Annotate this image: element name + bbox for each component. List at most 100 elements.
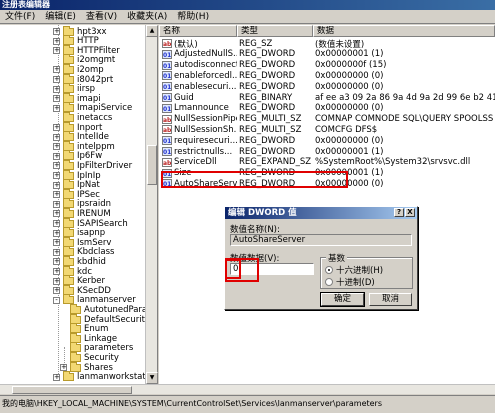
expand-icon[interactable]: + <box>53 373 60 381</box>
scroll-down-icon[interactable]: ▼ <box>146 372 158 384</box>
horizontal-scrollbar[interactable] <box>0 384 495 394</box>
column-data[interactable]: 数据 <box>313 25 495 37</box>
registry-value-row[interactable]: 01 autodisconnect REG_DWORD 0x0000000f (15) <box>159 60 495 71</box>
expand-icon[interactable]: + <box>53 37 60 45</box>
title-bar: 注册表编辑器 <box>0 0 495 10</box>
expand-icon[interactable]: + <box>53 76 60 83</box>
expand-icon[interactable]: + <box>53 181 60 189</box>
registry-value-row[interactable]: ab (默认) REG_SZ (数值未设置) <box>159 38 495 50</box>
registry-value-row[interactable]: 01 Size REG_DWORD 0x00000001 (1) <box>159 168 495 179</box>
binary-value-icon: 01 <box>162 60 172 70</box>
tree-scrollbar[interactable]: ▲ ▼ <box>145 25 158 384</box>
value-name-cell: abNullSessionPipes <box>159 114 237 124</box>
expand-icon[interactable]: + <box>53 220 60 227</box>
column-type[interactable]: 类型 <box>237 25 313 37</box>
expand-icon[interactable]: + <box>53 28 60 35</box>
value-data-cell: 0x00000000 (0) <box>315 178 384 189</box>
expand-icon[interactable]: + <box>53 133 60 141</box>
tree-scroll-thumb[interactable] <box>147 145 157 185</box>
radio-hex-icon[interactable] <box>325 266 333 274</box>
value-data-cell: 0x0000000f (15) <box>315 60 387 71</box>
expand-icon[interactable]: + <box>53 258 60 266</box>
value-name: enablesecuri... <box>174 81 237 92</box>
value-data-cell: af ee a3 09 2a 86 9a 4d 9a 2d 99 6e b2 4… <box>315 92 495 103</box>
expand-icon[interactable]: + <box>53 200 60 208</box>
status-bar: 我的电脑\HKEY_LOCAL_MACHINE\SYSTEM\CurrentCo… <box>0 395 495 413</box>
base-group-title: 基数 <box>326 252 348 264</box>
values-list[interactable]: 名称 类型 数据 ab (默认) REG_SZ (数值未设置) 01 AdjustedNu… <box>159 25 495 384</box>
value-type-cell: REG_DWORD <box>239 168 296 179</box>
registry-value-row[interactable]: 01 enableforcedl... REG_DWORD 0x00000000 (0… <box>159 70 495 81</box>
help-button[interactable]: ? <box>394 208 404 217</box>
value-name: AdjustedNullS... <box>174 49 237 60</box>
radio-dec-icon[interactable] <box>325 278 333 286</box>
cancel-button[interactable]: 取消 <box>369 293 412 306</box>
value-name: restrictnulls... <box>174 146 233 157</box>
scroll-up-icon[interactable]: ▲ <box>146 25 158 37</box>
registry-value-row[interactable]: 01 Guid REG_BINARY af ee a3 09 2a 86 9a 4d … <box>159 92 495 103</box>
menu-help[interactable]: 帮助(H) <box>172 10 214 24</box>
menu-edit[interactable]: 编辑(E) <box>40 10 81 24</box>
expand-icon[interactable]: + <box>53 191 60 199</box>
radio-dec-label: 十进制(D) <box>336 278 375 288</box>
menu-favorites[interactable]: 收藏夹(A) <box>122 10 172 24</box>
value-data-cell: %SystemRoot%\System32\srvsvc.dll <box>315 157 471 168</box>
expand-icon[interactable]: + <box>53 152 60 160</box>
menu-bar: 文件(F) 编辑(E) 查看(V) 收藏夹(A) 帮助(H) <box>0 10 495 24</box>
expand-icon[interactable]: + <box>53 172 60 179</box>
value-type-cell: REG_MULTI_SZ <box>239 124 302 135</box>
registry-value-row[interactable]: ab NullSessionSh... REG_MULTI_SZ COMCFG DFS… <box>159 124 495 135</box>
collapse-icon[interactable]: - <box>53 296 60 304</box>
value-name-cell: 01 enableforcedl... <box>159 71 237 81</box>
expand-icon[interactable]: + <box>53 47 60 55</box>
expand-icon[interactable]: + <box>53 104 60 112</box>
expand-icon[interactable]: + <box>53 124 60 131</box>
expand-icon[interactable]: + <box>60 364 67 371</box>
registry-value-row[interactable]: abNullSessionPipesREG_MULTI_SZ COMNAP COM… <box>159 114 495 125</box>
value-data-input[interactable]: 0 <box>230 263 314 275</box>
expand-icon[interactable]: + <box>53 143 60 151</box>
menu-file[interactable]: 文件(F) <box>0 10 40 24</box>
registry-editor-window: 注册表编辑器 文件(F) 编辑(E) 查看(V) 收藏夹(A) 帮助(H) + h… <box>0 0 495 413</box>
radio-decimal[interactable]: 十进制(D) <box>325 276 375 288</box>
value-name-cell: 01 Size <box>159 168 237 178</box>
ok-button[interactable]: 确定 <box>320 292 365 307</box>
expand-icon[interactable]: + <box>53 95 60 103</box>
value-type-cell: REG_DWORD <box>239 135 296 146</box>
registry-value-row[interactable]: 01 enablesecuri... REG_DWORD 0x00000000 (0) <box>159 81 495 92</box>
expand-icon[interactable]: + <box>53 268 60 275</box>
registry-value-row[interactable]: 01AutoShareServerREG_DWORD 0x00000000 (0) <box>159 178 495 189</box>
registry-value-row[interactable]: 01 restrictnulls... REG_DWORD 0x00000001 (1… <box>159 146 495 157</box>
value-name-cell: ab NullSessionSh... <box>159 125 237 135</box>
registry-value-row[interactable]: 01 Lmannounce REG_DWORD 0x00000000 (0) <box>159 103 495 114</box>
expand-icon[interactable]: + <box>53 85 60 93</box>
value-data-cell: COMCFG DFS$ <box>315 124 378 135</box>
value-name: Guid <box>174 92 194 103</box>
value-name: AutoShareServer <box>174 178 237 189</box>
expand-icon[interactable]: + <box>53 239 60 247</box>
value-name: autodisconnect <box>174 60 237 71</box>
expand-icon[interactable]: + <box>53 162 60 170</box>
expand-icon[interactable]: + <box>53 229 60 237</box>
expand-icon[interactable]: + <box>53 248 60 256</box>
column-name[interactable]: 名称 <box>159 25 237 37</box>
expand-icon[interactable]: + <box>53 66 60 74</box>
value-type-cell: REG_DWORD <box>239 49 296 60</box>
value-name-field: AutoShareServer <box>230 234 412 246</box>
expand-icon[interactable]: + <box>53 277 60 285</box>
tree-item[interactable]: + lanmanworkstation <box>53 371 157 383</box>
registry-value-row[interactable]: ab ServiceDll REG_EXPAND_SZ %SystemRoot%\Sy… <box>159 157 495 168</box>
radio-hexadecimal[interactable]: 十六进制(H) <box>325 264 383 276</box>
value-data-cell: 0x00000000 (0) <box>315 103 384 114</box>
horizontal-scroll-thumb[interactable] <box>12 386 132 394</box>
value-name: ServiceDll <box>174 157 217 168</box>
close-button[interactable]: X <box>405 208 415 217</box>
registry-tree[interactable]: + hpt3xx + HTTP + HTTPFilter i2omgmt + i2omp + i80… <box>0 25 158 384</box>
registry-value-row[interactable]: 01 AdjustedNullS... REG_DWORD 0x00000001 (1… <box>159 49 495 60</box>
expand-icon[interactable]: + <box>53 287 60 295</box>
value-data-cell: 0x00000001 (1) <box>315 168 384 179</box>
registry-value-row[interactable]: 01 requiresecuri... REG_DWORD 0x00000000 (0… <box>159 135 495 146</box>
value-type-cell: REG_DWORD <box>239 81 296 92</box>
expand-icon[interactable]: + <box>53 210 60 218</box>
menu-view[interactable]: 查看(V) <box>81 10 122 24</box>
